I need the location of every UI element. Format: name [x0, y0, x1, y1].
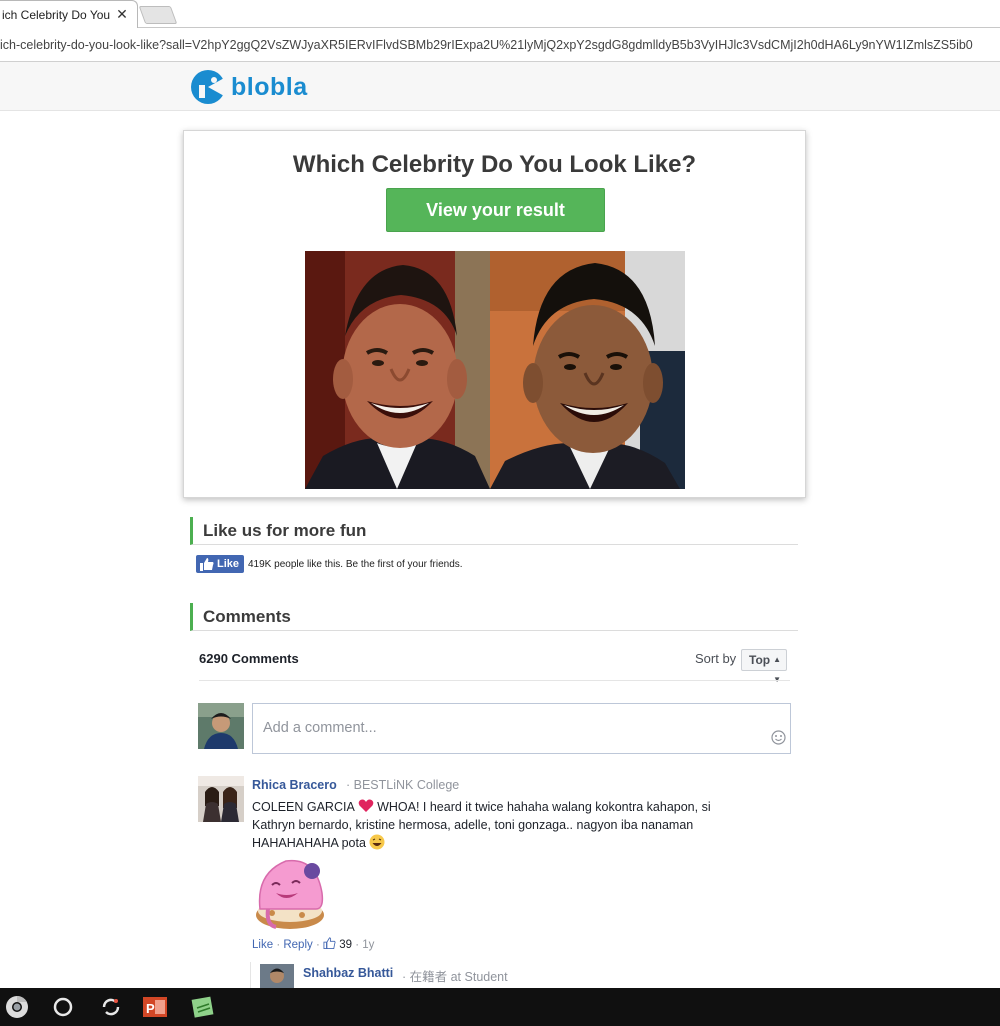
facebook-like-button[interactable]: Like	[196, 555, 244, 573]
sort-label: Sort by	[695, 651, 737, 666]
sort-arrows-icon: ▲▼	[773, 655, 781, 684]
thumbs-up-icon	[323, 937, 336, 949]
new-tab-button[interactable]	[138, 6, 178, 24]
like-section-title: Like us for more fun	[203, 521, 367, 540]
comment-text: COLEEN GARCIA WHOA! I heard it twice hah…	[252, 798, 752, 852]
sticker-image[interactable]	[252, 853, 328, 933]
address-bar[interactable]: ich-celebrity-do-you-look-like?sall=V2hp…	[0, 28, 1000, 62]
facebook-like-label: Like	[217, 558, 240, 570]
view-result-button[interactable]: View your result	[386, 188, 605, 232]
celebrity-comparison-image[interactable]	[305, 251, 685, 489]
chrome-icon[interactable]	[2, 992, 32, 1022]
reply-thread-line	[250, 962, 251, 988]
commenter-avatar[interactable]	[198, 776, 244, 822]
laughing-emoji-icon	[369, 834, 385, 850]
reply-commenter-avatar[interactable]	[260, 964, 294, 988]
comment-like-count[interactable]: 39	[339, 939, 352, 951]
commenter-name[interactable]: Rhica Bracero	[252, 778, 337, 792]
svg-text:P: P	[146, 1001, 155, 1016]
tab-title: ich Celebrity Do You L	[2, 8, 110, 22]
commenter-affiliation: · BESTLiNK College	[346, 778, 460, 792]
site-logo[interactable]: blobla	[190, 67, 320, 107]
logo-mark-icon	[191, 70, 226, 104]
comments-section-heading: Comments	[190, 603, 798, 631]
heart-emoji-icon	[358, 799, 373, 812]
comment-like-link[interactable]: Like	[252, 939, 273, 951]
quiz-card: Which Celebrity Do You Look Like? View y…	[183, 130, 806, 498]
comment-actions: Like · Reply · 39 · 1y	[252, 937, 374, 951]
browser-tab[interactable]: ich Celebrity Do You L ✕	[0, 0, 138, 29]
reply-commenter-name[interactable]: Shahbaz Bhatti	[303, 966, 393, 980]
url-text[interactable]: ich-celebrity-do-you-look-like?sall=V2hp…	[0, 38, 1000, 52]
powerpoint-icon[interactable]: P	[140, 992, 170, 1022]
comment-text-part: COLEEN GARCIA	[252, 800, 355, 814]
facebook-like-count: 419K people like this. Be the first of y…	[248, 559, 463, 570]
divider	[199, 680, 790, 681]
cortana-icon[interactable]	[48, 992, 78, 1022]
comments-count: 6290 Comments	[199, 651, 299, 666]
current-user-avatar	[198, 703, 244, 749]
emoji-picker-icon[interactable]	[771, 730, 786, 745]
sort-select-value: Top	[749, 653, 771, 667]
separator: ·	[315, 939, 323, 951]
browser-tab-bar: ich Celebrity Do You L ✕	[0, 0, 1000, 29]
comment-age[interactable]: 1y	[362, 939, 374, 951]
reply-commenter-affiliation: · 在籍者 at Student	[402, 970, 508, 984]
thumbs-up-icon	[200, 558, 214, 571]
facebook-like-widget: Like 419K people like this. Be the first…	[196, 555, 616, 573]
quiz-title: Which Celebrity Do You Look Like?	[292, 151, 697, 178]
notes-icon[interactable]	[188, 992, 218, 1022]
like-section-heading: Like us for more fun	[190, 517, 798, 545]
comment-reply-link[interactable]: Reply	[283, 939, 312, 951]
comments-section-title: Comments	[203, 607, 291, 626]
logo-text: blobla	[231, 73, 308, 101]
sort-select[interactable]: Top ▲▼	[741, 649, 787, 684]
site-header: blobla	[0, 62, 1000, 111]
comment-input[interactable]: Add a comment...	[252, 703, 791, 754]
sync-icon[interactable]	[96, 992, 126, 1022]
close-tab-icon[interactable]: ✕	[114, 5, 130, 23]
windows-taskbar: P	[0, 988, 1000, 1026]
